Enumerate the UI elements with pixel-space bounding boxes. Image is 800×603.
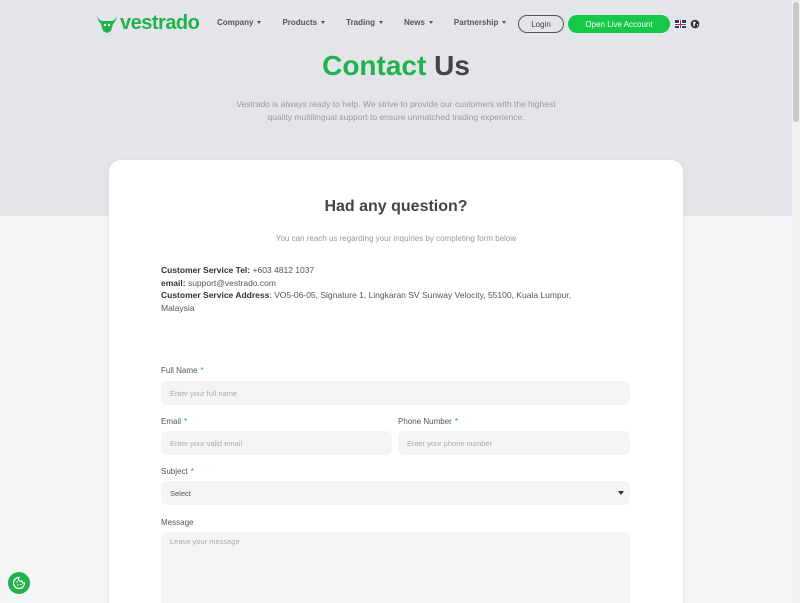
chevron-down-icon bbox=[379, 21, 384, 24]
email-label: Email * bbox=[161, 417, 187, 426]
chevron-down-icon bbox=[321, 21, 326, 24]
required-mark: * bbox=[200, 366, 204, 375]
card-hint: You can reach us regarding your inquirie… bbox=[275, 234, 517, 243]
phone-label: Phone Number * bbox=[398, 417, 458, 426]
page-title: Contact Us bbox=[0, 50, 792, 82]
subject-select-value: Select bbox=[170, 488, 191, 498]
address-value: : VO5-06-05, Signature 1, Lingkaran SV S… bbox=[269, 290, 572, 300]
full-name-input[interactable]: Enter your full name bbox=[161, 381, 630, 405]
email-label: email: bbox=[161, 277, 186, 288]
nav-news[interactable]: News bbox=[404, 18, 433, 27]
contact-card: Had any question? You can reach us regar… bbox=[109, 160, 683, 603]
email-value[interactable]: support@vestrado.com bbox=[186, 278, 276, 288]
logo-wordmark: vestrado bbox=[120, 12, 200, 34]
required-mark: * bbox=[184, 417, 188, 426]
chevron-down-icon bbox=[502, 21, 507, 24]
main-nav: Company Products Trading News Partnershi… bbox=[217, 18, 507, 27]
nav-company-label: Company bbox=[217, 18, 254, 27]
contact-info: Customer Service Tel: +603 4812 1037 ema… bbox=[161, 264, 631, 314]
subject-label: Subject * bbox=[161, 467, 194, 476]
nav-products-label: Products bbox=[282, 18, 318, 27]
address-line-2: Malaysia bbox=[161, 302, 195, 313]
phone-label-text: Phone Number bbox=[398, 417, 452, 426]
nav-products[interactable]: Products bbox=[282, 18, 326, 27]
address-line: Customer Service Address: VO5-06-05, Sig… bbox=[161, 289, 631, 302]
chevron-down-icon bbox=[257, 21, 262, 24]
email-label-text: Email bbox=[161, 417, 182, 426]
vestrado-logo[interactable]: vestrado bbox=[96, 12, 200, 35]
full-name-label-text: Full Name bbox=[161, 366, 198, 375]
required-mark: * bbox=[190, 467, 194, 476]
phone-input[interactable]: Enter your phone number bbox=[398, 431, 630, 455]
nav-company[interactable]: Company bbox=[217, 18, 262, 27]
title-us: Us bbox=[426, 50, 470, 81]
nav-partnership-label: Partnership bbox=[453, 18, 499, 27]
page-subtitle: Vestrado is always ready to help. We str… bbox=[0, 98, 792, 123]
tel-label: Customer Service Tel: bbox=[161, 265, 251, 275]
full-name-label: Full Name * bbox=[161, 366, 204, 375]
cookie-settings-button[interactable] bbox=[8, 572, 30, 594]
page-scrollbar[interactable] bbox=[792, 0, 800, 603]
caret-down-icon bbox=[618, 491, 624, 495]
open-live-account-button[interactable]: Open Live Account bbox=[568, 15, 670, 33]
tel-line: Customer Service Tel: +603 4812 1037 bbox=[161, 264, 631, 277]
card-heading: Had any question? bbox=[324, 198, 468, 215]
uk-flag-icon[interactable] bbox=[675, 20, 686, 28]
subject-select[interactable]: Select bbox=[161, 481, 630, 505]
subtitle-line-1: Vestrado is always ready to help. We str… bbox=[236, 99, 556, 109]
nav-trading-label: Trading bbox=[346, 18, 376, 27]
nav-news-label: News bbox=[404, 18, 425, 27]
email-line: email: support@vestrado.com bbox=[161, 277, 631, 290]
required-mark: * bbox=[454, 417, 458, 426]
nav-partnership[interactable]: Partnership bbox=[453, 18, 507, 27]
subtitle-line-2: quality multilingual support to ensure u… bbox=[267, 111, 525, 122]
globe-icon[interactable] bbox=[690, 19, 700, 29]
cookie-icon bbox=[12, 576, 26, 590]
title-contact: Contact bbox=[322, 50, 427, 81]
address-label: Customer Service Address bbox=[161, 290, 270, 300]
tel-value: +603 4812 1037 bbox=[250, 265, 315, 275]
nav-trading[interactable]: Trading bbox=[346, 18, 384, 27]
subject-label-text: Subject bbox=[161, 467, 188, 476]
login-button[interactable]: Login bbox=[518, 15, 564, 33]
message-label: Message bbox=[161, 518, 194, 527]
email-input[interactable]: Enter your valid email bbox=[161, 431, 392, 455]
bull-logo-icon bbox=[97, 15, 117, 33]
chevron-down-icon bbox=[428, 21, 433, 24]
message-textarea[interactable]: Leave your message bbox=[161, 532, 630, 603]
scrollbar-thumb[interactable] bbox=[793, 2, 799, 122]
